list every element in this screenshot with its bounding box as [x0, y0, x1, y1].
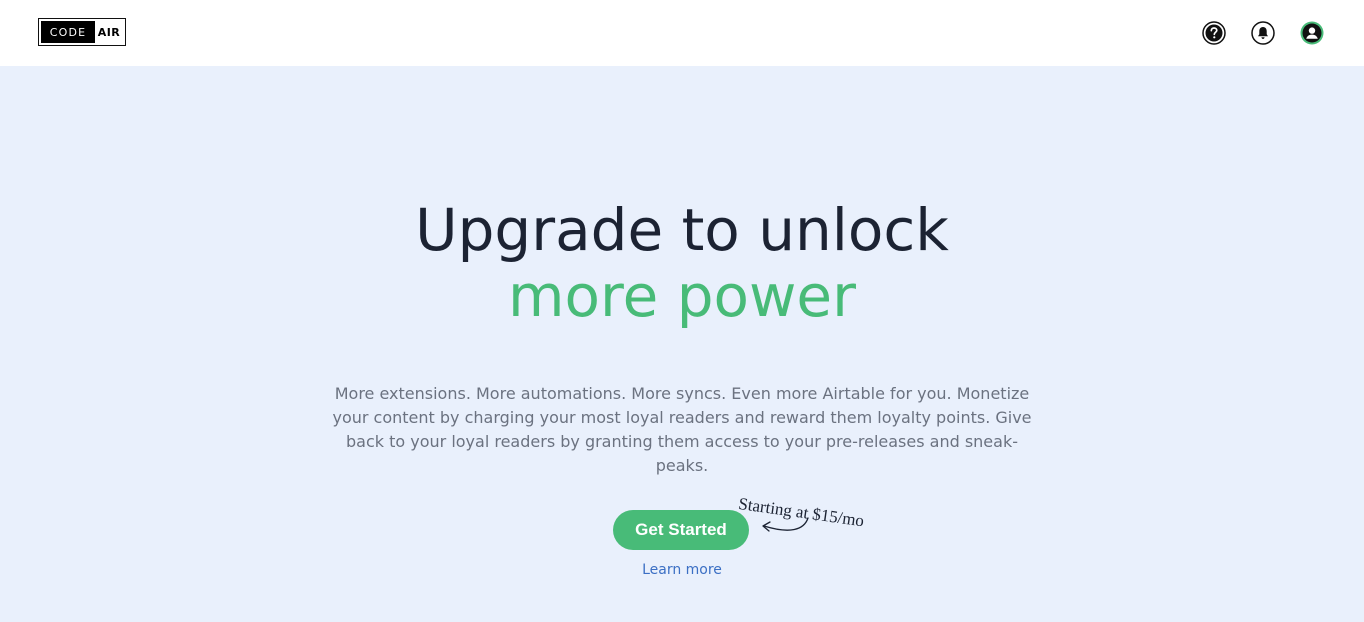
headline-accent: more power	[508, 262, 856, 330]
hero-description: More extensions. More automations. More …	[332, 384, 1032, 475]
hero-section: Upgrade to unlock more power More extens…	[0, 66, 1364, 622]
top-navbar: CODE AIR	[0, 0, 1364, 66]
logo-code-text: CODE	[41, 21, 95, 43]
bell-icon[interactable]	[1250, 20, 1276, 46]
learn-more-container: Learn more	[0, 562, 1364, 578]
hero-headline: Upgrade to unlock more power	[0, 197, 1364, 329]
logo-air-text: AIR	[97, 25, 121, 39]
code-air-logo[interactable]: CODE AIR	[38, 18, 126, 46]
learn-more-link[interactable]: Learn more	[642, 562, 722, 578]
get-started-button[interactable]: Get Started	[613, 510, 749, 550]
headline-line-1: Upgrade to unlock	[415, 196, 949, 264]
user-icon[interactable]	[1299, 20, 1325, 46]
help-icon[interactable]	[1201, 20, 1227, 46]
curved-arrow-icon	[762, 517, 809, 532]
